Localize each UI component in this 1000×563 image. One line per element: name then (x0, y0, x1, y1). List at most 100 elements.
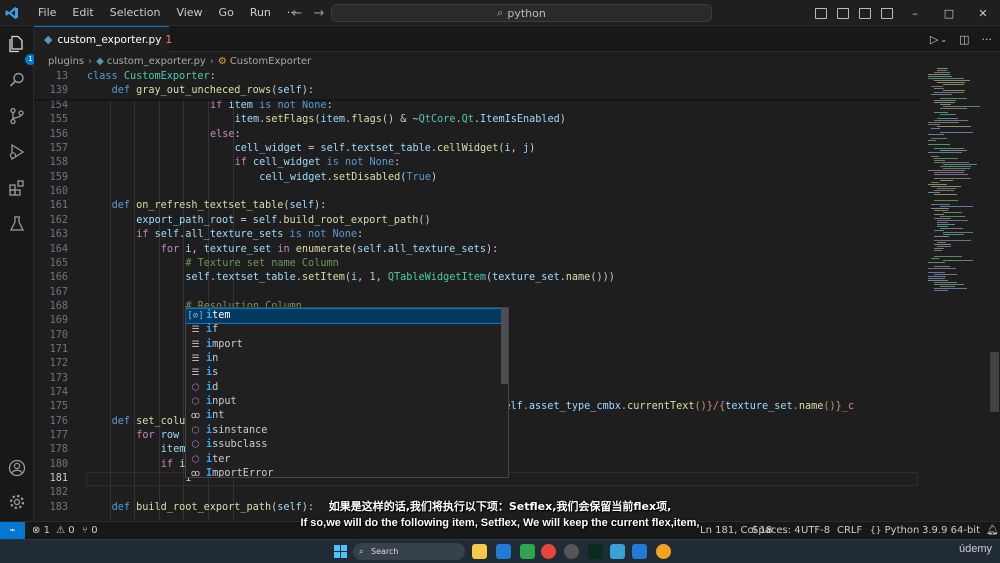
line-number: 13 (55, 71, 68, 82)
command-center-search[interactable]: ⌕ python (331, 4, 712, 22)
code-line[interactable]: 165 # Texture set name Column (34, 257, 920, 271)
menu-item[interactable]: Run (242, 0, 279, 26)
split-editor-icon[interactable]: ◫ (959, 33, 969, 46)
code-line[interactable]: 155 item.setFlags(item.flags() & ~QtCore.… (34, 113, 920, 127)
back-arrow-icon[interactable]: ← (287, 6, 307, 21)
editor-vertical-scrollbar[interactable] (988, 52, 1000, 521)
suggestion-item[interactable]: ☰ in (186, 352, 502, 366)
suggestion-label: import (206, 338, 243, 352)
tab-custom-exporter[interactable]: ◆ custom_exporter.py 1 (34, 26, 172, 52)
suggestion-item[interactable]: ☰ is (186, 366, 502, 380)
run-debug-icon[interactable] (7, 142, 27, 162)
maximize-button[interactable]: □ (932, 7, 966, 20)
forward-arrow-icon[interactable]: → (309, 6, 329, 21)
sticky-scroll-line[interactable]: 13 class CustomExporter: (34, 70, 920, 85)
code-line[interactable]: 162 export_path_root = self.build_root_ex… (34, 214, 920, 228)
toggle-primary-sidebar-icon[interactable] (815, 7, 827, 19)
breadcrumb-file[interactable]: custom_exporter.py (107, 56, 206, 67)
minimap-line (928, 278, 945, 279)
errors-status[interactable]: ⊗ 1 ⚠ 0 (32, 522, 75, 539)
app-icon[interactable] (588, 544, 603, 559)
menu-item[interactable]: Go (211, 0, 242, 26)
tab-label: custom_exporter.py (57, 33, 162, 46)
close-window-button[interactable]: ✕ (966, 7, 1000, 20)
code-line[interactable]: 164 for i, texture_set in enumerate(self.… (34, 243, 920, 257)
menu-item[interactable]: View (168, 0, 210, 26)
store-icon[interactable] (496, 544, 511, 559)
menu-item[interactable]: File (30, 0, 64, 26)
code-line[interactable]: 157 cell_widget = self.textset_table.cell… (34, 142, 920, 156)
manage-gear-icon[interactable] (7, 492, 27, 512)
minimize-button[interactable]: – (898, 7, 932, 20)
code-token: ): (314, 200, 327, 212)
windows-start-icon[interactable] (333, 544, 348, 559)
extensions-icon[interactable] (7, 178, 27, 198)
source-control-icon[interactable] (7, 106, 27, 126)
account-icon[interactable] (7, 458, 27, 478)
menu-item[interactable]: Selection (102, 0, 169, 26)
suggestion-item[interactable]: ☰ import (186, 338, 502, 352)
scrollbar-thumb[interactable] (990, 352, 999, 412)
app-icon[interactable] (564, 544, 579, 559)
more-actions-icon[interactable]: ··· (982, 33, 993, 46)
minimap-line (940, 228, 963, 229)
line-number: 173 (49, 372, 68, 384)
code-line[interactable]: 158 if cell_widget is not None: (34, 156, 920, 170)
code-line[interactable]: 159 cell_widget.setDisabled(True) (34, 171, 920, 185)
suggestion-item[interactable]: [⊘] item (186, 308, 503, 325)
run-dropdown-chevron-icon[interactable]: ⌄ (940, 35, 947, 44)
toggle-secondary-sidebar-icon[interactable] (859, 7, 871, 19)
app-icon[interactable] (520, 544, 535, 559)
minimap-line (931, 182, 939, 183)
chrome-icon[interactable] (541, 544, 556, 559)
suggestion-item[interactable]: ⬡ iter (186, 453, 502, 467)
code-line[interactable]: 166 self.textset_table.setItem(i, 1, QTab… (34, 271, 920, 285)
menu-item[interactable]: Edit (64, 0, 101, 26)
minimap-line (934, 190, 954, 191)
notifications-bell-icon[interactable]: 🔔︎ (986, 522, 999, 539)
python-interpreter[interactable]: 3.9.9 64-bit (922, 522, 980, 539)
run-python-icon[interactable]: ▷ (930, 33, 938, 46)
vscode-logo-icon (0, 0, 24, 26)
suggestion-item[interactable]: ꝏ ImportError (186, 467, 502, 477)
browser-icon[interactable] (656, 544, 671, 559)
ports-status[interactable]: ⑂ 0 (82, 522, 98, 539)
code-token: else (210, 128, 235, 140)
code-line[interactable]: 161 def on_refresh_textset_table(self): (34, 199, 920, 213)
code-line[interactable]: 160 (34, 185, 920, 199)
code-line[interactable]: 156 else: (34, 128, 920, 142)
suggestion-item[interactable]: ⬡ id (186, 381, 502, 395)
code-line[interactable]: 183 def build_root_export_path(self): (34, 501, 920, 515)
encoding-status[interactable]: UTF-8 (801, 522, 830, 539)
search-view-icon[interactable] (7, 70, 27, 90)
taskbar-search[interactable]: ⌕ Search (353, 543, 465, 560)
file-explorer-icon[interactable] (472, 544, 487, 559)
sticky-scroll-line[interactable]: 139 def gray_out_uncheced_rows(self): (34, 84, 920, 99)
minimap[interactable] (920, 52, 986, 521)
suggestion-item[interactable]: ⬡ input (186, 395, 502, 409)
vscode-taskbar-icon[interactable] (632, 544, 647, 559)
breadcrumb-symbol[interactable]: CustomExporter (230, 56, 311, 67)
eol-status[interactable]: CRLF (837, 522, 862, 539)
minimap-line (934, 158, 958, 159)
code-token: def (111, 415, 137, 427)
suggestion-item[interactable]: ⬡ isinstance (186, 424, 502, 438)
language-mode[interactable]: {} Python (870, 522, 919, 540)
explorer-icon[interactable]: 1 (7, 34, 36, 65)
indentation-status[interactable]: Spaces: 4 (752, 522, 801, 539)
suggestions-scrollbar[interactable] (501, 308, 508, 384)
testing-flask-icon[interactable] (7, 214, 27, 234)
app-icon[interactable] (610, 544, 625, 559)
autocomplete-suggestions[interactable]: [⊘] item ☰ if ☰ import ☰ in ☰ is ⬡ id ⬡ input ꝏ int ⬡ isi… (185, 307, 509, 478)
code-line[interactable]: 182 (34, 486, 920, 500)
code-token: , (375, 272, 388, 284)
remote-indicator-icon[interactable]: ⌁ (0, 522, 25, 539)
breadcrumb-folder[interactable]: plugins (48, 56, 84, 67)
suggestion-item[interactable]: ⬡ issubclass (186, 438, 502, 452)
suggestion-item[interactable]: ꝏ int (186, 409, 502, 423)
toggle-panel-icon[interactable] (837, 7, 849, 19)
code-line[interactable]: 163 if self.all_texture_sets is not None: (34, 228, 920, 242)
suggestion-item[interactable]: ☰ if (186, 323, 502, 337)
code-line[interactable]: 167 (34, 286, 920, 300)
customize-layout-icon[interactable] (881, 7, 893, 19)
